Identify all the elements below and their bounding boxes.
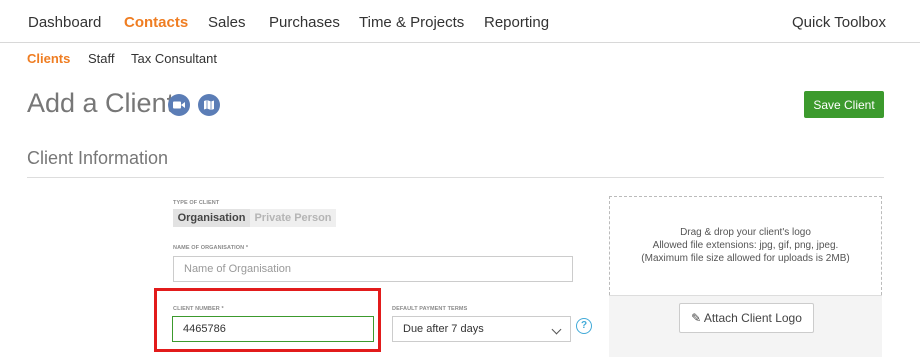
nav-dashboard[interactable]: Dashboard	[28, 14, 101, 31]
page-title: Add a Client	[27, 88, 175, 118]
help-icon[interactable]: ?	[576, 318, 592, 334]
type-of-client-label: Type of Client	[173, 200, 220, 206]
nav-reporting[interactable]: Reporting	[484, 14, 549, 31]
quick-toolbox-link[interactable]: Quick Toolbox	[792, 14, 886, 31]
top-navigation: Dashboard Contacts Sales Purchases Time …	[0, 0, 920, 43]
subnav-tax-consultant[interactable]: Tax Consultant	[131, 51, 217, 66]
nav-time-projects[interactable]: Time & Projects	[359, 14, 464, 31]
section-divider	[27, 177, 884, 178]
video-glyph	[173, 101, 185, 109]
payment-terms-label: Default Payment Terms	[392, 306, 468, 312]
nav-contacts[interactable]: Contacts	[124, 14, 188, 31]
payment-terms-value: Due after 7 days	[403, 323, 484, 335]
nav-sales[interactable]: Sales	[208, 14, 246, 31]
drop-line-3: (Maximum file size allowed for uploads i…	[641, 253, 850, 264]
subnav-clients[interactable]: Clients	[27, 51, 70, 66]
highlight-box	[154, 288, 381, 352]
nav-purchases[interactable]: Purchases	[269, 14, 340, 31]
type-organisation-option[interactable]: Organisation	[173, 209, 250, 227]
type-private-person-option[interactable]: Private Person	[250, 209, 336, 227]
drop-line-2: Allowed file extensions: jpg, gif, png, …	[652, 240, 839, 251]
organisation-name-label: Name of Organisation *	[173, 245, 249, 251]
sub-navigation: Clients Staff Tax Consultant	[0, 43, 920, 75]
video-icon[interactable]	[168, 94, 190, 116]
map-glyph	[204, 100, 214, 110]
drop-line-1: Drag & drop your client's logo	[680, 227, 811, 238]
map-icon[interactable]	[198, 94, 220, 116]
subnav-staff[interactable]: Staff	[88, 51, 115, 66]
logo-drop-instructions: Drag & drop your client's logo Allowed f…	[609, 226, 882, 265]
payment-terms-select[interactable]: Due after 7 days	[392, 316, 571, 342]
paperclip-icon: ✎	[691, 311, 702, 325]
save-client-button[interactable]: Save Client	[804, 91, 884, 118]
attach-client-logo-button[interactable]: ✎ Attach Client Logo	[679, 303, 814, 333]
chevron-down-icon	[551, 324, 562, 335]
section-title: Client Information	[27, 148, 169, 168]
attach-label: Attach Client Logo	[703, 311, 802, 325]
organisation-name-input[interactable]: Name of Organisation	[173, 256, 573, 282]
